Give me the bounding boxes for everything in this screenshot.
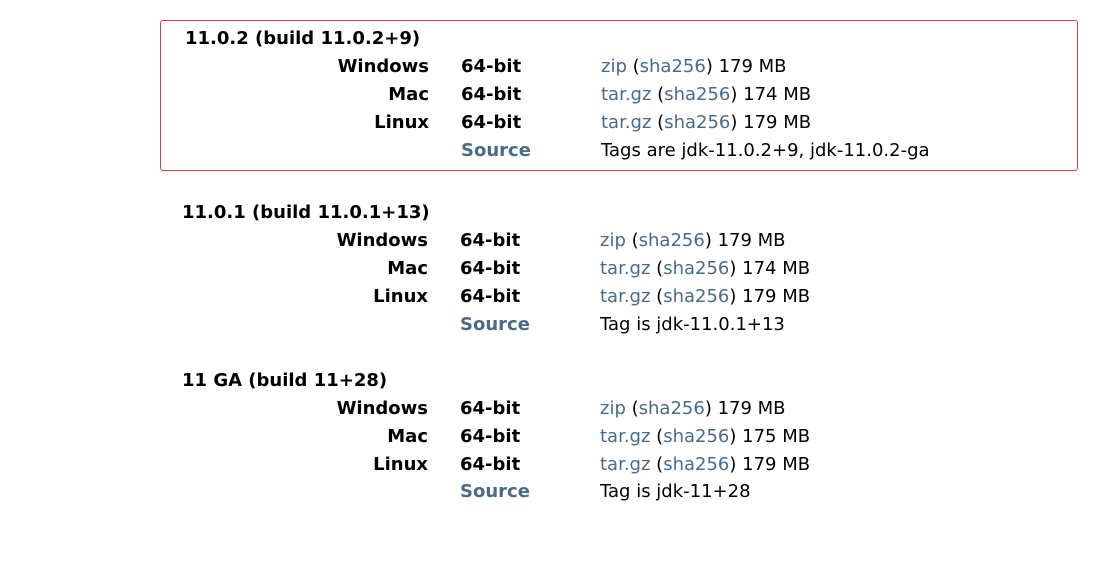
sha-link[interactable]: sha256 bbox=[640, 56, 706, 77]
source-row: Source Tag is jdk-11+28 bbox=[160, 478, 1078, 506]
build-row: Linux 64-bit tar.gz (sha256) 179 MB bbox=[161, 109, 1077, 137]
os-label: Windows bbox=[161, 53, 461, 81]
os-label: Mac bbox=[161, 81, 461, 109]
sha-link[interactable]: sha256 bbox=[639, 230, 705, 251]
format-link[interactable]: zip bbox=[600, 230, 626, 251]
build-row: Mac 64-bit tar.gz (sha256) 174 MB bbox=[160, 255, 1078, 283]
paren-close: ) bbox=[729, 258, 742, 279]
arch-label: 64-bit bbox=[460, 283, 600, 311]
file-size: 174 MB bbox=[742, 258, 810, 279]
download-cell: tar.gz (sha256) 174 MB bbox=[600, 255, 1078, 283]
download-cell: tar.gz (sha256) 179 MB bbox=[600, 283, 1078, 311]
os-label: Mac bbox=[160, 423, 460, 451]
format-link[interactable]: tar.gz bbox=[600, 454, 650, 475]
source-label: Source bbox=[460, 311, 600, 339]
arch-label: 64-bit bbox=[461, 81, 601, 109]
sha-link[interactable]: sha256 bbox=[663, 258, 729, 279]
build-row: Mac 64-bit tar.gz (sha256) 174 MB bbox=[161, 81, 1077, 109]
release-title: 11.0.2 (build 11.0.2+9) bbox=[161, 25, 461, 53]
os-label: Linux bbox=[161, 109, 461, 137]
file-size: 179 MB bbox=[718, 398, 786, 419]
release-title: 11.0.1 (build 11.0.1+13) bbox=[160, 199, 460, 227]
source-row: Source Tag is jdk-11.0.1+13 bbox=[160, 311, 1078, 339]
build-row: Linux 64-bit tar.gz (sha256) 179 MB bbox=[160, 451, 1078, 479]
paren-open: ( bbox=[632, 230, 639, 251]
build-row: Windows 64-bit zip (sha256) 179 MB bbox=[160, 227, 1078, 255]
sha-link[interactable]: sha256 bbox=[663, 454, 729, 475]
paren-close: ) bbox=[706, 56, 719, 77]
sha-link[interactable]: sha256 bbox=[639, 398, 705, 419]
sha-link[interactable]: sha256 bbox=[663, 426, 729, 447]
source-text: Tag is jdk-11+28 bbox=[600, 478, 1078, 506]
paren-open: ( bbox=[633, 56, 640, 77]
release-block: 11 GA (build 11+28) Windows 64-bit zip (… bbox=[160, 367, 1078, 506]
sha-link[interactable]: sha256 bbox=[663, 286, 729, 307]
download-cell: zip (sha256) 179 MB bbox=[601, 53, 1077, 81]
arch-label: 64-bit bbox=[460, 227, 600, 255]
source-label: Source bbox=[460, 478, 600, 506]
format-link[interactable]: tar.gz bbox=[601, 84, 651, 105]
paren-close: ) bbox=[729, 454, 742, 475]
paren-close: ) bbox=[730, 84, 743, 105]
sha-link[interactable]: sha256 bbox=[664, 84, 730, 105]
paren-open: ( bbox=[632, 398, 639, 419]
download-cell: zip (sha256) 179 MB bbox=[600, 395, 1078, 423]
file-size: 175 MB bbox=[742, 426, 810, 447]
paren-close: ) bbox=[730, 112, 743, 133]
paren-close: ) bbox=[705, 230, 718, 251]
os-label: Windows bbox=[160, 395, 460, 423]
paren-close: ) bbox=[729, 426, 742, 447]
download-cell: zip (sha256) 179 MB bbox=[600, 227, 1078, 255]
arch-label: 64-bit bbox=[461, 109, 601, 137]
arch-label: 64-bit bbox=[460, 451, 600, 479]
os-label: Windows bbox=[160, 227, 460, 255]
os-label: Linux bbox=[160, 451, 460, 479]
build-row: Windows 64-bit zip (sha256) 179 MB bbox=[161, 53, 1077, 81]
release-title-row: 11.0.2 (build 11.0.2+9) bbox=[161, 25, 1077, 53]
build-row: Windows 64-bit zip (sha256) 179 MB bbox=[160, 395, 1078, 423]
arch-label: 64-bit bbox=[460, 395, 600, 423]
format-link[interactable]: tar.gz bbox=[600, 258, 650, 279]
source-text: Tag is jdk-11.0.1+13 bbox=[600, 311, 1078, 339]
release-title-row: 11 GA (build 11+28) bbox=[160, 367, 1078, 395]
os-label: Linux bbox=[160, 283, 460, 311]
file-size: 179 MB bbox=[743, 112, 811, 133]
download-cell: tar.gz (sha256) 175 MB bbox=[600, 423, 1078, 451]
os-label: Mac bbox=[160, 255, 460, 283]
paren-close: ) bbox=[705, 398, 718, 419]
release-block: 11.0.1 (build 11.0.1+13) Windows 64-bit … bbox=[160, 199, 1078, 338]
build-row: Mac 64-bit tar.gz (sha256) 175 MB bbox=[160, 423, 1078, 451]
format-link[interactable]: tar.gz bbox=[601, 112, 651, 133]
paren-close: ) bbox=[729, 286, 742, 307]
file-size: 179 MB bbox=[719, 56, 787, 77]
release-title: 11 GA (build 11+28) bbox=[160, 367, 460, 395]
release-block: 11.0.2 (build 11.0.2+9) Windows 64-bit z… bbox=[160, 20, 1078, 171]
download-cell: tar.gz (sha256) 174 MB bbox=[601, 81, 1077, 109]
arch-label: 64-bit bbox=[460, 423, 600, 451]
file-size: 179 MB bbox=[718, 230, 786, 251]
download-cell: tar.gz (sha256) 179 MB bbox=[600, 451, 1078, 479]
source-row: Source Tags are jdk-11.0.2+9, jdk-11.0.2… bbox=[161, 137, 1077, 165]
arch-label: 64-bit bbox=[461, 53, 601, 81]
sha-link[interactable]: sha256 bbox=[664, 112, 730, 133]
download-cell: tar.gz (sha256) 179 MB bbox=[601, 109, 1077, 137]
build-row: Linux 64-bit tar.gz (sha256) 179 MB bbox=[160, 283, 1078, 311]
format-link[interactable]: tar.gz bbox=[600, 286, 650, 307]
file-size: 179 MB bbox=[742, 286, 810, 307]
arch-label: 64-bit bbox=[460, 255, 600, 283]
source-text: Tags are jdk-11.0.2+9, jdk-11.0.2-ga bbox=[601, 137, 1077, 165]
format-link[interactable]: tar.gz bbox=[600, 426, 650, 447]
format-link[interactable]: zip bbox=[601, 56, 627, 77]
release-title-row: 11.0.1 (build 11.0.1+13) bbox=[160, 199, 1078, 227]
source-label: Source bbox=[461, 137, 601, 165]
file-size: 179 MB bbox=[742, 454, 810, 475]
format-link[interactable]: zip bbox=[600, 398, 626, 419]
file-size: 174 MB bbox=[743, 84, 811, 105]
download-list: 11.0.2 (build 11.0.2+9) Windows 64-bit z… bbox=[0, 0, 1094, 554]
